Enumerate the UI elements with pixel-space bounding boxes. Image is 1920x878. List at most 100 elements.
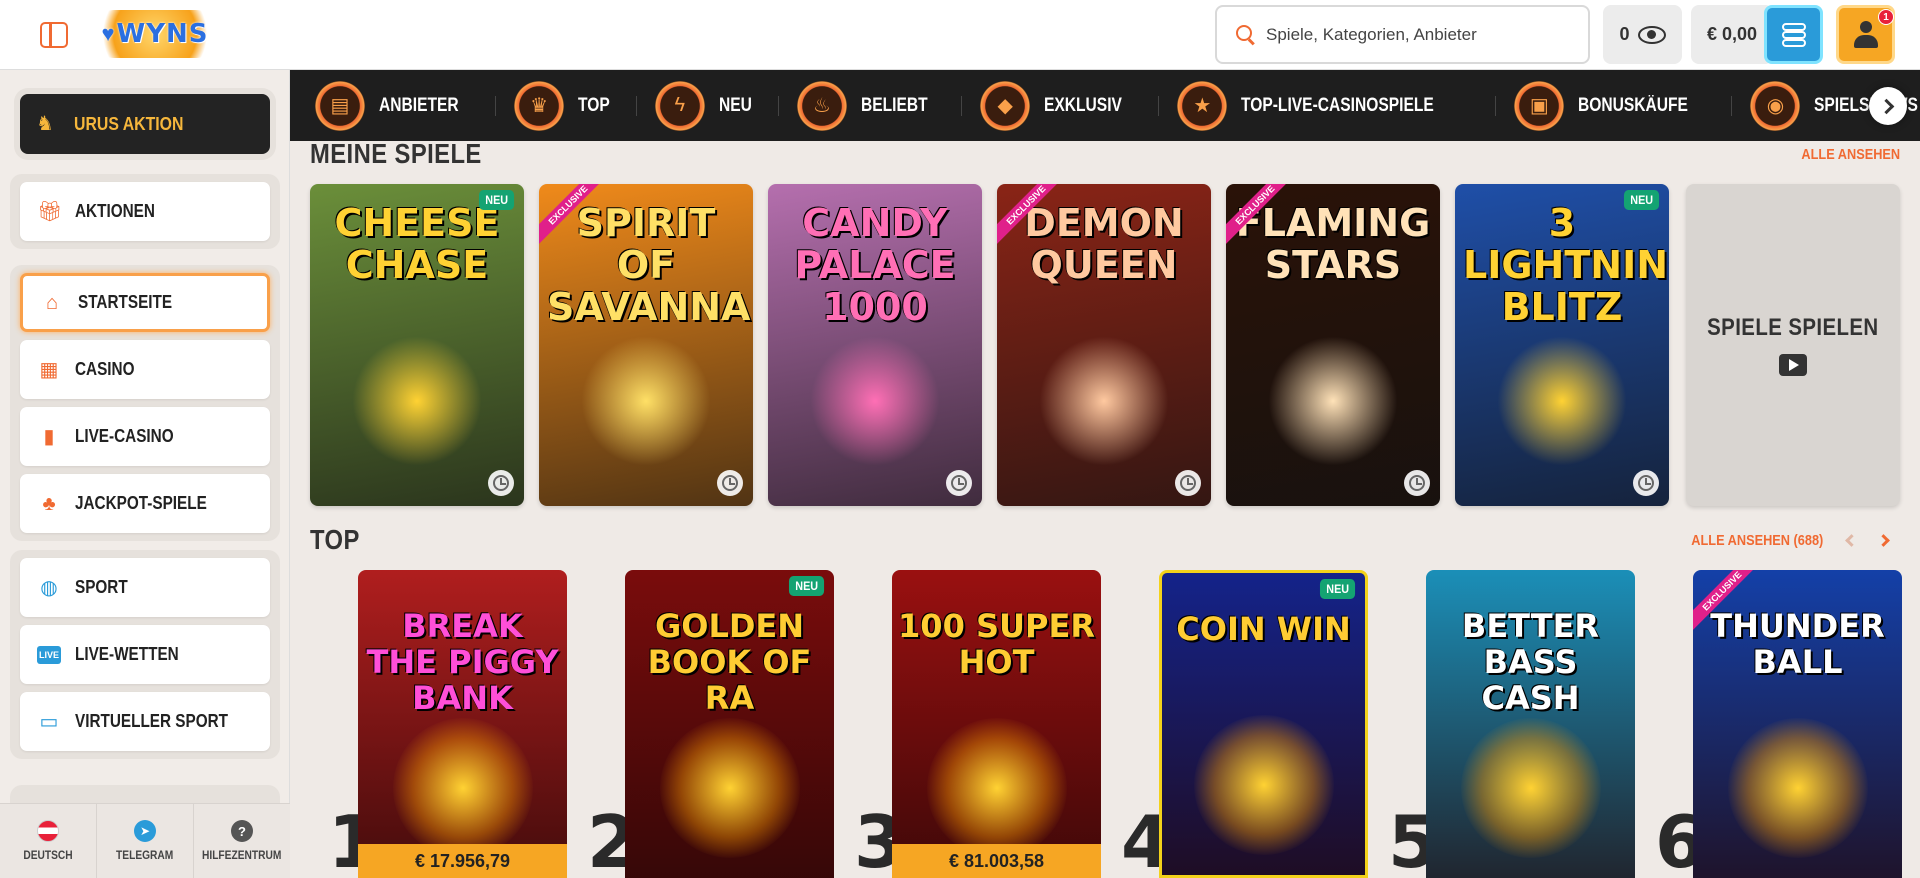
language-selector[interactable]: DEUTSCH (0, 804, 97, 878)
live-icon: LIVE (37, 645, 61, 664)
search-box[interactable] (1215, 5, 1590, 64)
category-next-button[interactable] (1869, 87, 1907, 125)
gift-icon: 🎁︎ (37, 200, 63, 223)
sidebar-item-label: STARTSEITE (78, 292, 173, 312)
game-card[interactable]: FLAMING STARS EXCLUSIVE (1226, 184, 1440, 506)
sidebar-item-label: VIRTUELLER SPORT (75, 711, 229, 731)
chevron-left-icon (1844, 533, 1858, 547)
search-input[interactable] (1266, 24, 1586, 45)
game-title: 100 SUPER HOT (898, 607, 1095, 681)
sidebar-item-virtueller-sport[interactable]: ▭ VIRTUELLER SPORT (20, 692, 270, 751)
game-card[interactable]: CHEESE CHASE NEU (310, 184, 524, 506)
new-badge: NEU (1319, 579, 1356, 599)
game-title: DEMON QUEEN (1024, 201, 1184, 287)
category-label: TOP (578, 94, 610, 116)
category-tab[interactable]: ϟ NEU (654, 70, 780, 141)
coins-icon (1780, 21, 1808, 49)
chevron-right-icon (1878, 98, 1894, 114)
gift-icon: ▣ (1514, 80, 1565, 131)
top-next-button[interactable] (1872, 527, 1898, 553)
category-tab[interactable]: ◆ EXKLUSIV (980, 70, 1160, 141)
category-tab[interactable]: ▤ ANBIETER (315, 70, 497, 141)
top-game-card[interactable]: BREAK THE PIGGY BANK € 17.956,79 (358, 570, 567, 878)
sidebar-item-live-casino[interactable]: ▮ LIVE-CASINO (20, 407, 270, 466)
sidebar: ♞ URUS AKTION 🎁︎ AKTIONEN ⌂ STARTSEITE ▦… (0, 70, 290, 878)
sidebar-item-sport[interactable]: ◍ SPORT (20, 558, 270, 617)
jackpot-amount: € 81.003,58 (892, 844, 1101, 878)
category-tab[interactable]: ♛ TOP (514, 70, 637, 141)
category-label: BONUSKÄUFE (1578, 94, 1689, 116)
game-title: 3 LIGHTNING BLITZ (1463, 201, 1669, 329)
clover-icon: ♣ (42, 492, 56, 515)
telegram-label: TELEGRAM (116, 848, 174, 862)
sidebar-item-label: LIVE-CASINO (75, 426, 174, 446)
clock-icon[interactable] (1633, 470, 1659, 496)
category-label: EXKLUSIV (1044, 94, 1123, 116)
sidebar-item-casino[interactable]: ▦ CASINO (20, 340, 270, 399)
top-header: ♥ WYNS 0 € 0,00 1 (0, 0, 1920, 70)
notification-badge: 1 (1878, 9, 1894, 25)
balance-display[interactable]: € 0,00 (1691, 5, 1773, 64)
game-artwork (1497, 336, 1627, 466)
monitor-icon: ▭ (39, 710, 59, 733)
sidebar-item-aktionen[interactable]: 🎁︎ AKTIONEN (20, 182, 270, 241)
telegram-icon: ➤ (134, 820, 156, 842)
play-games-card[interactable]: SPIELE SPIELEN (1686, 184, 1900, 506)
top-see-all-link[interactable]: ALLE ANSEHEN (688) (1691, 532, 1823, 549)
clock-icon[interactable] (1404, 470, 1430, 496)
top-game-card[interactable]: 100 SUPER HOT € 81.003,58 (892, 570, 1101, 878)
chevron-right-icon (1876, 533, 1890, 547)
category-track: ▤ ANBIETER ♛ TOP ϟ NEU ♨ BELIEBT ◆ EXKLUSIV ★ TOP-L… (315, 70, 1920, 141)
promo-button[interactable]: ♞ URUS AKTION (20, 94, 270, 154)
sidebar-toggle-icon[interactable] (40, 22, 68, 48)
clock-icon[interactable] (1175, 470, 1201, 496)
flame-icon: ♨ (796, 80, 847, 131)
top-game-card[interactable]: GOLDEN BOOK OF RA NEU (625, 570, 834, 878)
sidebar-item-label: SPORT (75, 577, 128, 597)
sidebar-item-label: CASINO (75, 359, 135, 379)
section-title-my-games: MEINE SPIELE (310, 138, 482, 169)
game-title: COIN WIN (1176, 610, 1351, 648)
game-artwork (926, 718, 1067, 858)
game-artwork (581, 336, 711, 466)
game-title: THUNDER BALL (1710, 607, 1885, 681)
game-title: BETTER BASS CASH (1461, 607, 1600, 717)
game-card[interactable]: 3 LIGHTNING BLITZNEU (1455, 184, 1669, 506)
game-card[interactable]: SPIRIT OF SAVANNA EXCLUSIVE (539, 184, 753, 506)
game-title: GOLDEN BOOK OF RA (647, 607, 812, 717)
clock-icon[interactable] (946, 470, 972, 496)
cards-icon: ▮ (43, 425, 55, 448)
star-icon: ★ (1177, 80, 1228, 131)
game-card[interactable]: DEMON QUEEN EXCLUSIVE (997, 184, 1211, 506)
wallet-button[interactable] (1764, 5, 1823, 64)
clock-icon[interactable] (717, 470, 743, 496)
points-value: 0 (1619, 24, 1630, 44)
telegram-link[interactable]: ➤ TELEGRAM (97, 804, 194, 878)
sidebar-item-live-wetten[interactable]: LIVE LIVE-WETTEN (20, 625, 270, 684)
logo[interactable]: ♥ WYNS (90, 10, 220, 58)
top-prev-button[interactable] (1836, 527, 1862, 553)
microphone-icon: ◉ (1750, 80, 1801, 131)
game-card[interactable]: CANDY PALACE 1000 (768, 184, 982, 506)
my-games-see-all-link[interactable]: ALLE ANSEHEN (1801, 146, 1900, 163)
game-title: BREAK THE PIGGY BANK (366, 607, 559, 717)
sidebar-footer: DEUTSCH ➤ TELEGRAM ? HILFEZENTRUM (0, 803, 290, 878)
sidebar-item-startseite[interactable]: ⌂ STARTSEITE (20, 273, 270, 332)
top-game-card[interactable]: THUNDER BALL EXCLUSIVE (1693, 570, 1902, 878)
new-badge: NEU (788, 576, 825, 596)
help-center-link[interactable]: ? HILFEZENTRUM (194, 804, 290, 878)
language-label: DEUTSCH (23, 848, 73, 862)
points-display[interactable]: 0 (1603, 5, 1682, 64)
game-artwork (1727, 718, 1868, 858)
clock-icon[interactable] (488, 470, 514, 496)
top-game-card[interactable]: COIN WIN NEU (1159, 570, 1368, 878)
category-tab[interactable]: ♨ BELIEBT (796, 70, 963, 141)
category-tab[interactable]: ▣ BONUSKÄUFE (1514, 70, 1733, 141)
jackpot-amount: € 17.956,79 (358, 844, 567, 878)
top-game-card[interactable]: BETTER BASS CASH (1426, 570, 1635, 878)
new-badge: NEU (1623, 190, 1660, 210)
user-icon (1853, 20, 1879, 49)
sidebar-item-jackpot-spiele[interactable]: ♣ JACKPOT-SPIELE (20, 474, 270, 533)
category-tab[interactable]: ★ TOP-LIVE-CASINOSPIELE (1177, 70, 1497, 141)
nav-group-sport: ◍ SPORT LIVE LIVE-WETTEN ▭ VIRTUELLER SP… (10, 550, 280, 759)
